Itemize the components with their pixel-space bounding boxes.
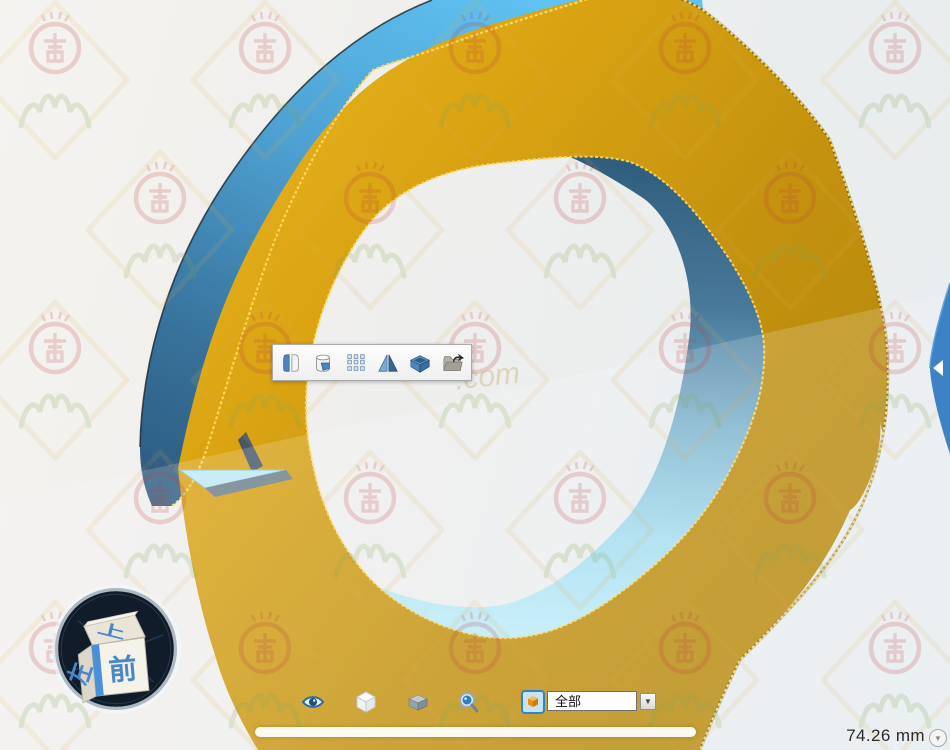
view-cube[interactable]: 上 左 前	[50, 583, 182, 715]
visibility-eye-icon[interactable]	[300, 689, 326, 715]
timeline-slider-bar[interactable]	[255, 727, 696, 737]
selection-tool-icon[interactable]	[520, 689, 546, 715]
wireframe-cube-icon[interactable]	[353, 689, 379, 715]
right-panel-handle[interactable]	[927, 281, 950, 456]
mirror-icon[interactable]	[374, 349, 402, 377]
display-style-box-icon[interactable]	[405, 689, 431, 715]
export-folder-icon[interactable]	[439, 349, 467, 377]
selection-filter-dropdown[interactable]: 全部	[547, 691, 637, 711]
split-body-icon[interactable]	[277, 349, 305, 377]
filter-dropdown-arrow-icon[interactable]: ▼	[640, 693, 656, 710]
rectangular-pattern-icon[interactable]	[342, 349, 370, 377]
viewcube-front-label: 前	[107, 652, 138, 687]
context-toolbar	[272, 344, 472, 381]
cylinder-cut-icon[interactable]	[309, 349, 337, 377]
shell-icon[interactable]	[406, 349, 434, 377]
measurement-readout: 74.26 mm	[800, 726, 925, 746]
measurement-chevron-icon[interactable]: ▼	[929, 729, 947, 747]
zoom-magnifier-icon[interactable]	[455, 689, 481, 715]
cad-viewport[interactable]: .com	[0, 0, 950, 750]
